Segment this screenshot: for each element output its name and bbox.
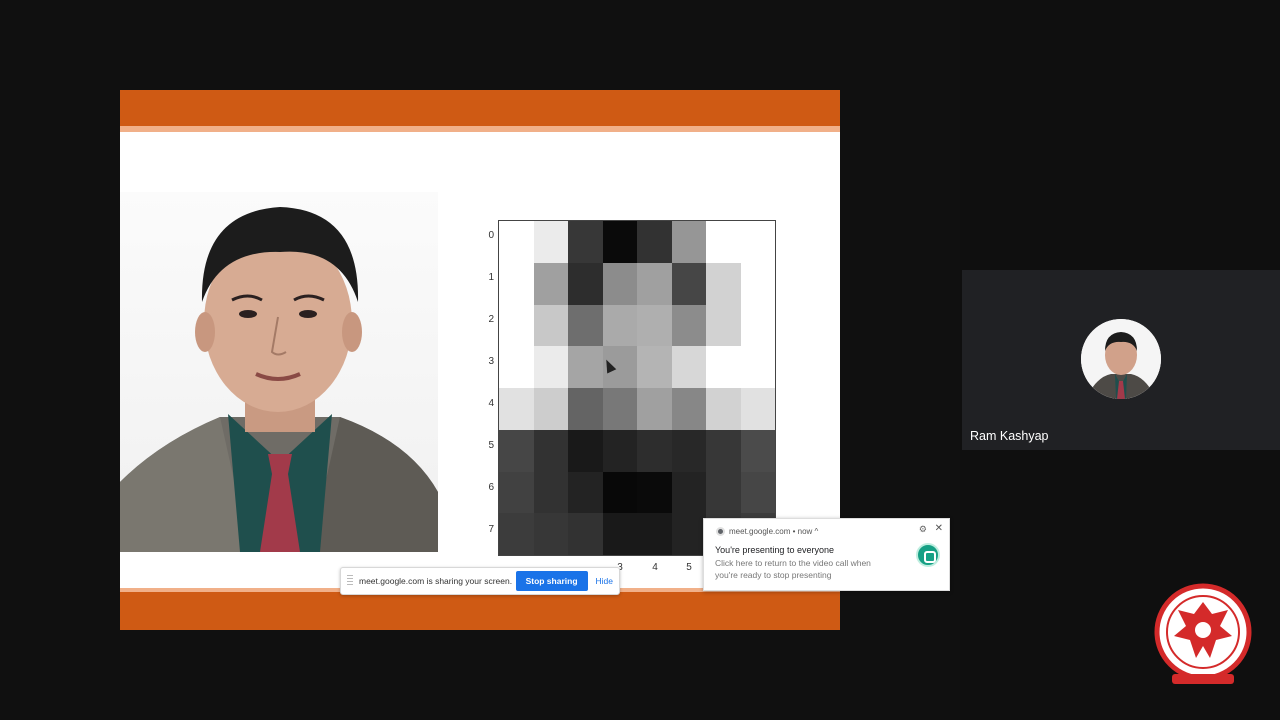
- heatmap-grid: [498, 220, 776, 556]
- heatmap-cell: [499, 304, 534, 347]
- notification-source: meet.google.com • now ^: [716, 527, 818, 536]
- heatmap-cell: [568, 388, 603, 430]
- heatmap-y-tick: 2: [488, 314, 494, 325]
- heatmap-cell: [740, 346, 775, 388]
- heatmap-cell: [533, 513, 568, 555]
- heatmap-cell: [706, 471, 741, 514]
- avatar: [1081, 319, 1161, 399]
- heatmap-cell: [637, 429, 672, 472]
- heatmap-cell: [568, 262, 603, 305]
- slide-top-stripe: [120, 126, 840, 132]
- heatmap-cell: [533, 471, 568, 514]
- heatmap-cell: [602, 429, 637, 472]
- heatmap-y-tick: 7: [488, 524, 494, 535]
- heatmap-cell: [568, 346, 603, 388]
- heatmap-cell: [706, 304, 741, 347]
- heatmap-cell: [706, 262, 741, 305]
- heatmap-cell: [671, 304, 706, 347]
- heatmap-cell: [602, 221, 637, 263]
- heatmap-cell: [602, 304, 637, 347]
- heatmap-cell: [499, 221, 534, 263]
- heatmap-cell: [637, 262, 672, 305]
- heatmap-y-tick: 1: [488, 272, 494, 283]
- heatmap-cell: [602, 262, 637, 305]
- heatmap-cell: [740, 471, 775, 514]
- participant-name: Ram Kashyap: [970, 429, 1049, 443]
- slide-bottom-band: [120, 592, 840, 630]
- sharing-message: meet.google.com is sharing your screen.: [359, 576, 513, 586]
- heatmap-cell: [499, 262, 534, 305]
- heatmap-cell: [499, 513, 534, 555]
- heatmap-cell: [568, 429, 603, 472]
- heatmap-cell: [533, 429, 568, 472]
- chrome-icon: [716, 527, 725, 536]
- heatmap-cell: [706, 388, 741, 430]
- heatmap-cell: [706, 221, 741, 263]
- heatmap-cell: [637, 388, 672, 430]
- heatmap-y-tick: 3: [488, 356, 494, 367]
- heatmap-cell: [499, 388, 534, 430]
- hide-link[interactable]: Hide: [596, 576, 613, 586]
- college-emblem-logo: [1152, 580, 1254, 688]
- google-meet-icon: [916, 543, 940, 567]
- heatmap-cell: [740, 221, 775, 263]
- drag-handle-icon[interactable]: [347, 575, 353, 587]
- heatmap-x-tick: 5: [686, 562, 692, 573]
- heatmap-y-tick: 0: [488, 230, 494, 241]
- stop-sharing-button[interactable]: Stop sharing: [515, 571, 588, 591]
- heatmap-cell: [533, 346, 568, 388]
- heatmap-cell: [533, 221, 568, 263]
- heatmap-cell: [568, 471, 603, 514]
- notification-body: Click here to return to the video call w…: [715, 558, 871, 580]
- close-icon[interactable]: ✕: [935, 523, 943, 534]
- heatmap-x-tick: 4: [652, 562, 658, 573]
- heatmap-y-tick: 5: [488, 440, 494, 451]
- participant-tile[interactable]: Ram Kashyap: [962, 270, 1280, 450]
- heatmap-cell: [740, 388, 775, 430]
- heatmap-cell: [533, 388, 568, 430]
- presenting-notification[interactable]: meet.google.com • now ^ ⚙ ✕ You're prese…: [703, 518, 950, 591]
- heatmap-cell: [637, 471, 672, 514]
- screen-sharing-bar: meet.google.com is sharing your screen. …: [340, 567, 620, 595]
- screen-share-stage: 0 1 2 3 4 5 6 7 3 4 5 meet.google.com is…: [0, 0, 960, 720]
- heatmap-cell: [499, 346, 534, 388]
- heatmap-cell: [671, 262, 706, 305]
- heatmap-cell: [637, 304, 672, 347]
- heatmap-cell: [499, 429, 534, 472]
- heatmap-cell: [568, 513, 603, 555]
- heatmap-cell: [533, 262, 568, 305]
- gear-icon[interactable]: ⚙: [919, 524, 927, 535]
- heatmap-cell: [637, 346, 672, 388]
- heatmap-cell: [740, 429, 775, 472]
- heatmap-cell: [533, 304, 568, 347]
- notification-source-text: meet.google.com • now ^: [729, 527, 819, 536]
- heatmap-cell: [637, 221, 672, 263]
- heatmap-cell: [671, 346, 706, 388]
- heatmap-cell: [740, 304, 775, 347]
- heatmap-y-tick: 4: [488, 398, 494, 409]
- heatmap-cell: [671, 471, 706, 514]
- notification-title: You're presenting to everyone: [715, 545, 834, 555]
- heatmap-y-tick: 6: [488, 482, 494, 493]
- heatmap-cell: [568, 304, 603, 347]
- heatmap-cell: [706, 346, 741, 388]
- heatmap-cell: [671, 429, 706, 472]
- heatmap-cell: [740, 262, 775, 305]
- heatmap-cell: [706, 429, 741, 472]
- heatmap-cell: [568, 221, 603, 263]
- slide-top-band: [120, 90, 840, 126]
- heatmap-cell: [671, 388, 706, 430]
- heatmap-cell: [637, 513, 672, 555]
- heatmap-cell: [602, 471, 637, 514]
- heatmap-cell: [499, 471, 534, 514]
- heatmap-cell: [602, 388, 637, 430]
- heatmap-cell: [602, 513, 637, 555]
- heatmap-cell: [671, 221, 706, 263]
- heatmap-cell: [671, 513, 706, 555]
- portrait-photo: [120, 192, 438, 552]
